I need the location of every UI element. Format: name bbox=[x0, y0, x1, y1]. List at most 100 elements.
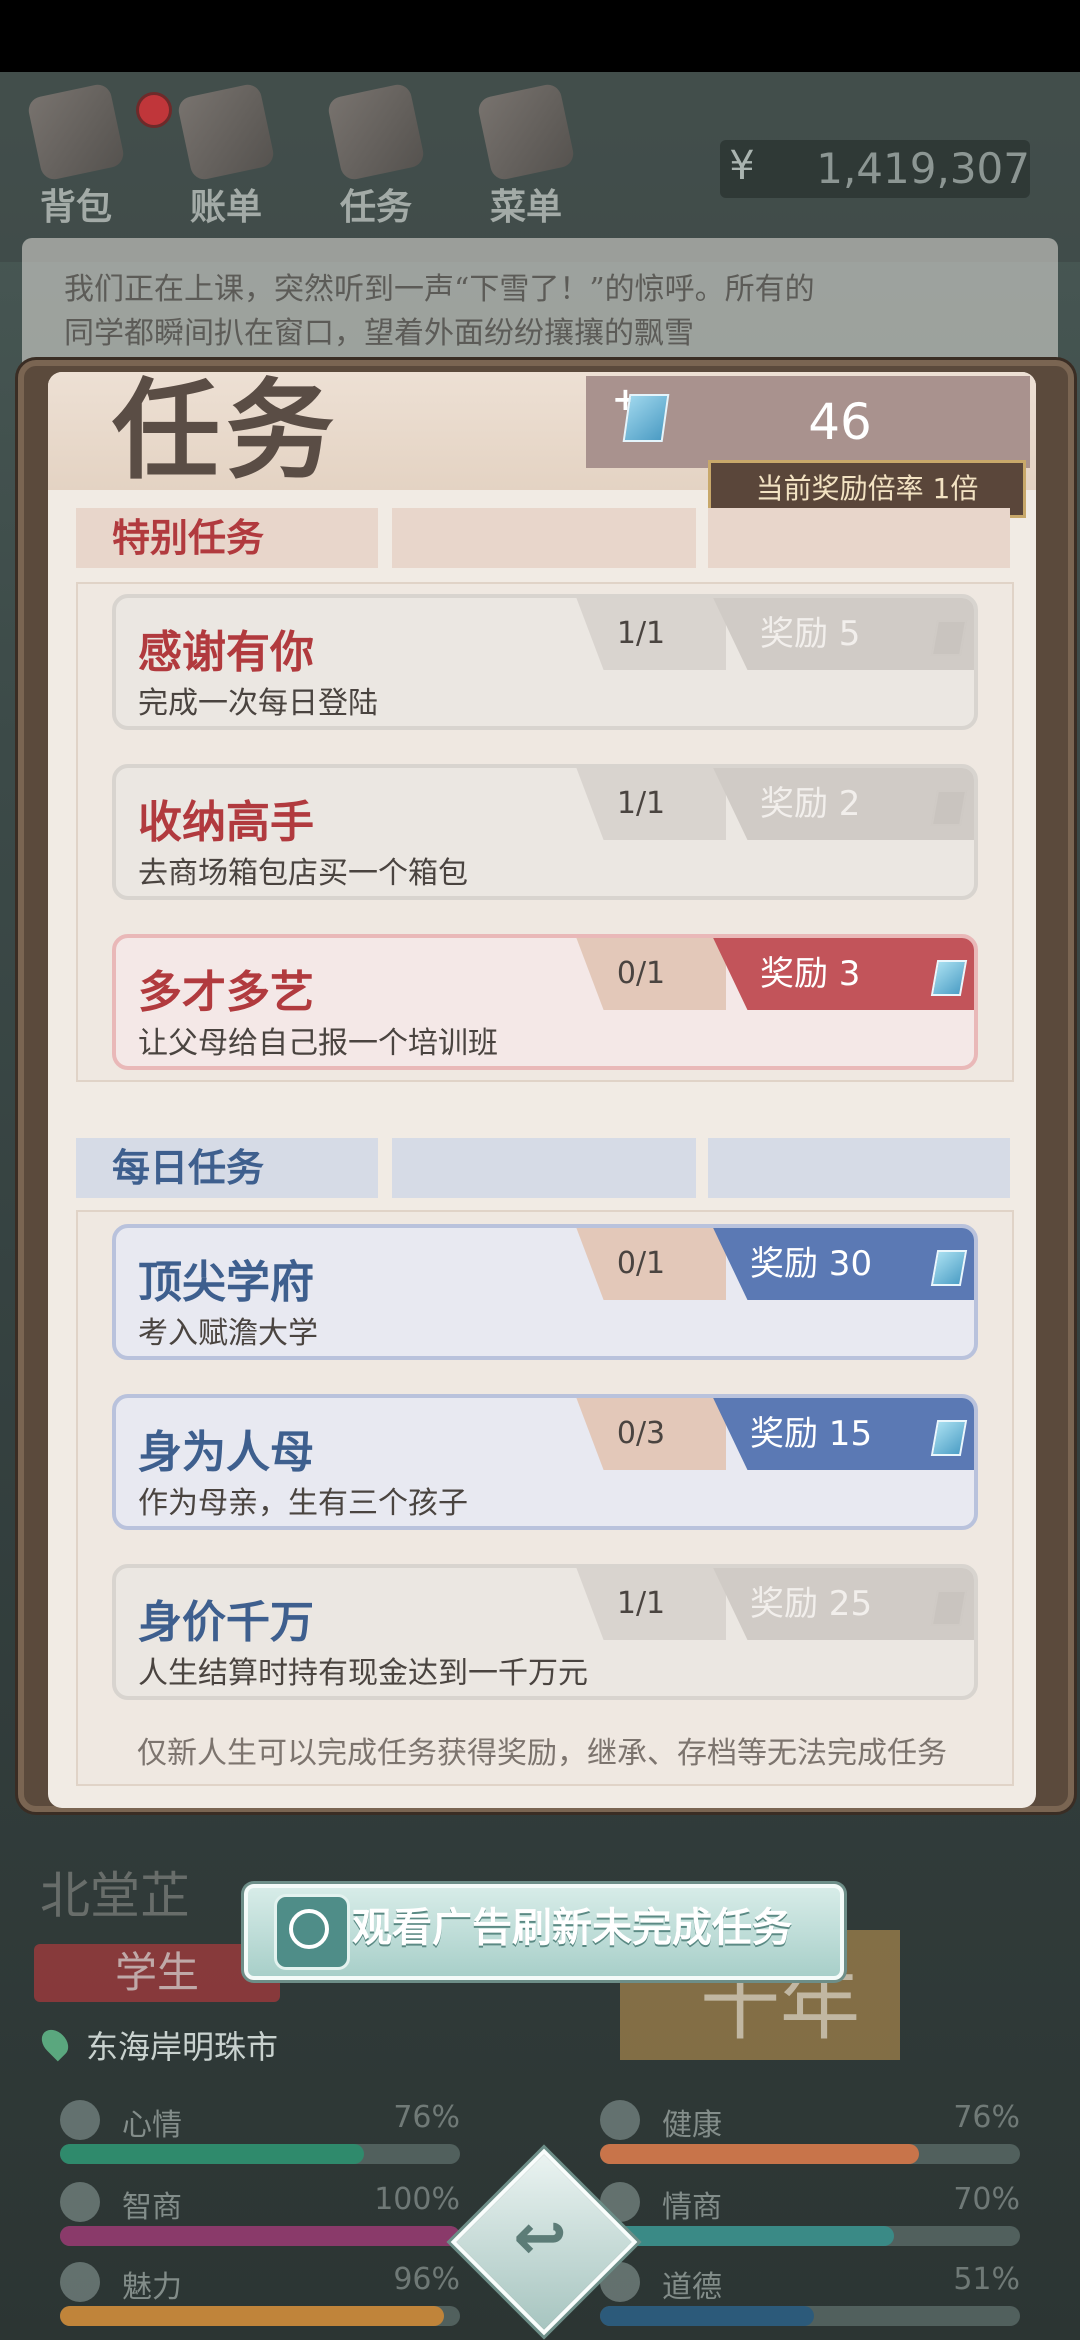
stat-value: 100% bbox=[374, 2182, 460, 2217]
stat-fill bbox=[60, 2306, 444, 2326]
task-progress: 1/1 bbox=[576, 768, 726, 840]
task-desc: 考入赋澹大学 bbox=[138, 1316, 318, 1351]
reward-text: 奖励 30 bbox=[750, 1244, 873, 1284]
stat-fill bbox=[600, 2144, 920, 2164]
task-progress: 1/1 bbox=[576, 598, 726, 670]
stat-label: 健康 bbox=[662, 2108, 722, 2143]
stat-track bbox=[600, 2144, 1020, 2164]
stat-health: 健康 76% bbox=[600, 2100, 1020, 2170]
task-name: 感谢有你 bbox=[138, 627, 314, 678]
task-desc: 去商场箱包店买一个箱包 bbox=[138, 856, 468, 891]
stat-value: 76% bbox=[953, 2100, 1020, 2135]
stat-label: 魅力 bbox=[122, 2270, 182, 2305]
task-card[interactable]: 感谢有你 完成一次每日登陆 1/1 奖励 5 bbox=[112, 594, 978, 730]
heart-icon bbox=[600, 2100, 640, 2140]
reward-tag: 奖励 3 bbox=[713, 938, 974, 1010]
nav-task[interactable]: 任务 bbox=[306, 82, 446, 230]
task-progress: 0/1 bbox=[576, 938, 726, 1010]
panel-title: 任务 bbox=[112, 368, 341, 494]
stat-track bbox=[60, 2226, 460, 2246]
stat-fill bbox=[600, 2226, 894, 2246]
stat-label: 道德 bbox=[662, 2270, 722, 2305]
bill-icon bbox=[176, 82, 276, 182]
reward-text: 奖励 2 bbox=[760, 784, 861, 824]
task-icon bbox=[326, 82, 426, 182]
stat-iq: 智商 100% bbox=[60, 2182, 460, 2252]
stat-value: 51% bbox=[953, 2262, 1020, 2297]
reward-tag: 奖励 15 bbox=[713, 1398, 974, 1470]
section-header-blank bbox=[392, 508, 696, 568]
task-name: 多才多艺 bbox=[138, 967, 314, 1018]
stat-value: 76% bbox=[393, 2100, 460, 2135]
gem-icon bbox=[930, 620, 968, 656]
task-progress: 1/1 bbox=[576, 1568, 726, 1640]
story-line-2: 同学都瞬间扒在窗口，望着外面纷纷攘攘的飘雪 bbox=[64, 316, 694, 351]
section-header-blank bbox=[708, 1138, 1010, 1198]
nav-menu-label: 菜单 bbox=[489, 187, 562, 228]
task-card[interactable]: 顶尖学府 考入赋澹大学 0/1 奖励 30 bbox=[112, 1224, 978, 1360]
task-desc: 人生结算时持有现金达到一千万元 bbox=[138, 1656, 588, 1691]
gem-icon bbox=[930, 1590, 968, 1626]
gem-icon bbox=[930, 1420, 968, 1456]
task-desc: 让父母给自己报一个培训班 bbox=[138, 1026, 498, 1061]
nav-bill[interactable]: 账单 bbox=[156, 82, 296, 230]
task-card[interactable]: 身为人母 作为母亲，生有三个孩子 0/3 奖励 15 bbox=[112, 1394, 978, 1530]
stat-fill bbox=[60, 2226, 460, 2246]
character-name: 北堂芷 bbox=[40, 1867, 190, 1925]
task-name: 收纳高手 bbox=[138, 797, 314, 848]
money-value: 1,419,307 bbox=[816, 144, 1030, 193]
section-header-blank bbox=[392, 1138, 696, 1198]
gem-count: 46 bbox=[808, 393, 872, 451]
city-label: 东海岸明珠市 bbox=[86, 2028, 279, 2066]
task-name: 身价千万 bbox=[138, 1597, 314, 1648]
story-line-1: 我们正在上课，突然听到一声“下雪了！”的惊呼。所有的 bbox=[64, 272, 815, 307]
task-card[interactable]: 多才多艺 让父母给自己报一个培训班 0/1 奖励 3 bbox=[112, 934, 978, 1070]
watch-ad-label: 观看广告刷新未完成任务 bbox=[352, 1905, 792, 1951]
bulb-icon bbox=[60, 2182, 100, 2222]
nav-backpack[interactable]: 背包 bbox=[6, 82, 146, 230]
nav-task-label: 任务 bbox=[339, 187, 412, 228]
reward-tag: 奖励 30 bbox=[713, 1228, 974, 1300]
gem-icon bbox=[930, 790, 968, 826]
reward-tag: 奖励 25 bbox=[713, 1568, 974, 1640]
reward-text: 奖励 15 bbox=[750, 1414, 873, 1454]
stat-track bbox=[600, 2306, 1020, 2326]
reward-tag: 奖励 5 bbox=[713, 598, 974, 670]
task-name: 身为人母 bbox=[138, 1427, 314, 1478]
play-circle-icon bbox=[289, 1909, 329, 1949]
gem-icon bbox=[930, 1250, 968, 1286]
stat-track bbox=[60, 2144, 460, 2164]
story-text: 我们正在上课，突然听到一声“下雪了！”的惊呼。所有的 同学都瞬间扒在窗口，望着外… bbox=[64, 268, 1024, 356]
gem-icon bbox=[930, 960, 968, 996]
reward-text: 奖励 25 bbox=[750, 1584, 873, 1624]
menu-icon bbox=[476, 82, 576, 182]
stat-label: 智商 bbox=[122, 2190, 182, 2225]
reward-text: 奖励 5 bbox=[760, 614, 861, 654]
section-header-blank bbox=[708, 508, 1010, 568]
stat-fill bbox=[600, 2306, 815, 2326]
task-desc: 作为母亲，生有三个孩子 bbox=[138, 1486, 468, 1521]
task-progress: 0/3 bbox=[576, 1398, 726, 1470]
stat-label: 心情 bbox=[122, 2108, 182, 2143]
yuan-icon: ¥ bbox=[729, 143, 755, 189]
daily-section-label: 每日任务 bbox=[112, 1146, 265, 1190]
smile-icon bbox=[60, 2100, 100, 2140]
stat-value: 96% bbox=[393, 2262, 460, 2297]
stat-track bbox=[60, 2306, 460, 2326]
nav-menu[interactable]: 菜单 bbox=[456, 82, 596, 230]
task-card[interactable]: 身价千万 人生结算时持有现金达到一千万元 1/1 奖励 25 bbox=[112, 1564, 978, 1700]
stat-track bbox=[600, 2226, 1020, 2246]
stat-value: 70% bbox=[953, 2182, 1020, 2217]
stat-label: 情商 bbox=[662, 2190, 722, 2225]
special-section-header: 特别任务 bbox=[76, 508, 378, 568]
task-footnote: 仅新人生可以完成任务获得奖励，继承、存档等无法完成任务 bbox=[137, 1736, 947, 1771]
daily-section-header: 每日任务 bbox=[76, 1138, 378, 1198]
task-card[interactable]: 收纳高手 去商场箱包店买一个箱包 1/1 奖励 2 bbox=[112, 764, 978, 900]
special-section-label: 特别任务 bbox=[112, 516, 265, 560]
task-desc: 完成一次每日登陆 bbox=[138, 686, 378, 721]
sparkle-icon bbox=[60, 2262, 100, 2302]
stat-eq: 情商 70% bbox=[600, 2182, 1020, 2252]
stat-mood: 心情 76% bbox=[60, 2100, 460, 2170]
gem-icon bbox=[622, 394, 670, 442]
stat-charm: 魅力 96% bbox=[60, 2262, 460, 2332]
